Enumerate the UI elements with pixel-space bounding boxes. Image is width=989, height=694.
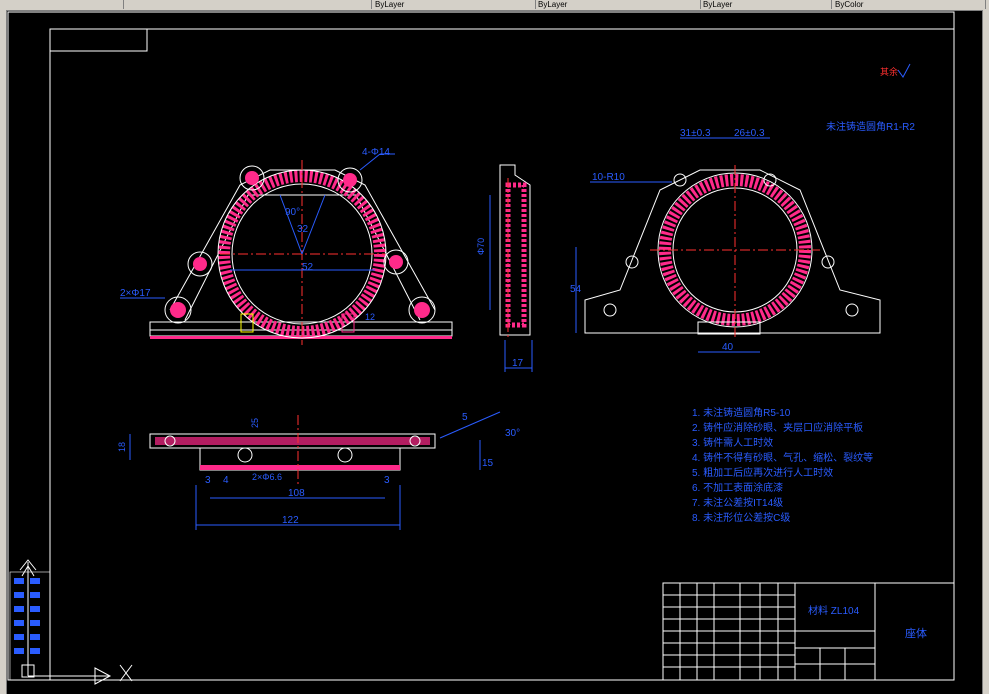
front-hole-top: 4-Φ14 [362, 147, 390, 158]
note-4: 4. 铸件不得有砂眼、气孔、缩松、裂纹等 [692, 451, 873, 464]
note-2: 2. 铸件应消除砂眼、夹层口应消除平板 [692, 421, 863, 434]
bottom-dim-left-v: 18 [117, 442, 127, 452]
bottom-dim-3b: 3 [384, 475, 390, 486]
corner-box [49, 28, 148, 52]
linetype-control[interactable]: ByLayer [535, 0, 701, 9]
side-height: Φ70 [476, 238, 486, 255]
side-width: 17 [512, 358, 524, 369]
roughness-label: 其余 [880, 66, 898, 77]
bottom-dim-holes: 2×Φ6.6 [252, 472, 282, 482]
drawing-canvas[interactable]: 其余 未注铸造圆角R1-R2 4-Φ14 2×Φ17 90° 32 52 12 … [7, 11, 982, 694]
cad-drawing: 其余 未注铸造圆角R1-R2 4-Φ14 2×Φ17 90° 32 52 12 … [7, 11, 955, 685]
bottom-dim-15: 15 [482, 458, 494, 469]
roughness-note: 未注铸造圆角R1-R2 [826, 120, 915, 133]
right-view: 31±0.3 26±0.3 10-R10 54 40 [570, 128, 881, 353]
layer-icons[interactable] [320, 0, 372, 9]
note-6: 6. 不加工表面涂底漆 [692, 481, 783, 494]
bottom-angle: 30° [505, 428, 520, 439]
note-3: 3. 铸件需人工时效 [692, 436, 773, 449]
bottom-dim-122: 122 [282, 515, 299, 526]
toolbar-segment[interactable] [0, 0, 124, 9]
right-base: 40 [722, 342, 734, 353]
side-view: Φ70 17 [476, 164, 533, 372]
note-5: 5. 粗加工后应再次进行人工时效 [692, 466, 833, 479]
bottom-dim-3a: 3 [205, 475, 211, 486]
front-hole-bottom: 2×Φ17 [120, 288, 151, 299]
bottom-dim-108: 108 [288, 488, 305, 499]
outer-border [7, 11, 955, 681]
note-7: 7. 未注公差按IT14级 [692, 496, 783, 509]
front-view: 4-Φ14 2×Φ17 90° 32 52 12 [120, 147, 453, 345]
title-part-name: 座体 [905, 626, 927, 640]
side-palette[interactable] [9, 571, 51, 681]
right-dim1: 31±0.3 [680, 128, 711, 139]
right-scrollbar[interactable] [982, 10, 989, 694]
bottom-dim-left: 4 [223, 475, 229, 486]
right-dim2: 26±0.3 [734, 128, 765, 139]
front-radius: 32 [297, 224, 309, 235]
right-height: 54 [570, 284, 582, 295]
bottom-dim-mid-v: 25 [250, 418, 260, 428]
note-1: 1. 未注铸造圆角R5-10 [692, 406, 791, 419]
bottom-view: 4 2×Φ6.6 108 122 3 3 5 15 30° 18 25 [117, 411, 520, 530]
lineweight-control[interactable]: ByLayer [700, 0, 832, 9]
front-width: 52 [302, 262, 314, 273]
technical-notes: 1. 未注铸造圆角R5-10 2. 铸件应消除砂眼、夹层口应消除平板 3. 铸件… [692, 406, 873, 524]
front-height: 12 [365, 312, 375, 322]
roughness-symbol: 其余 [880, 63, 911, 78]
plotstyle-control[interactable]: ByColor [832, 0, 986, 9]
front-angle: 90° [285, 207, 300, 218]
color-control[interactable]: ByLayer [372, 0, 536, 9]
toolbar: ByLayer ByLayer ByLayer ByColor [0, 0, 989, 11]
drawing-frame [49, 28, 955, 681]
bottom-dim-5: 5 [462, 412, 468, 423]
left-toolbar[interactable] [0, 10, 7, 694]
title-material: 材料 ZL104 [808, 604, 860, 617]
note-8: 8. 未注形位公差按C级 [692, 511, 790, 524]
right-radius: 10-R10 [592, 172, 625, 183]
